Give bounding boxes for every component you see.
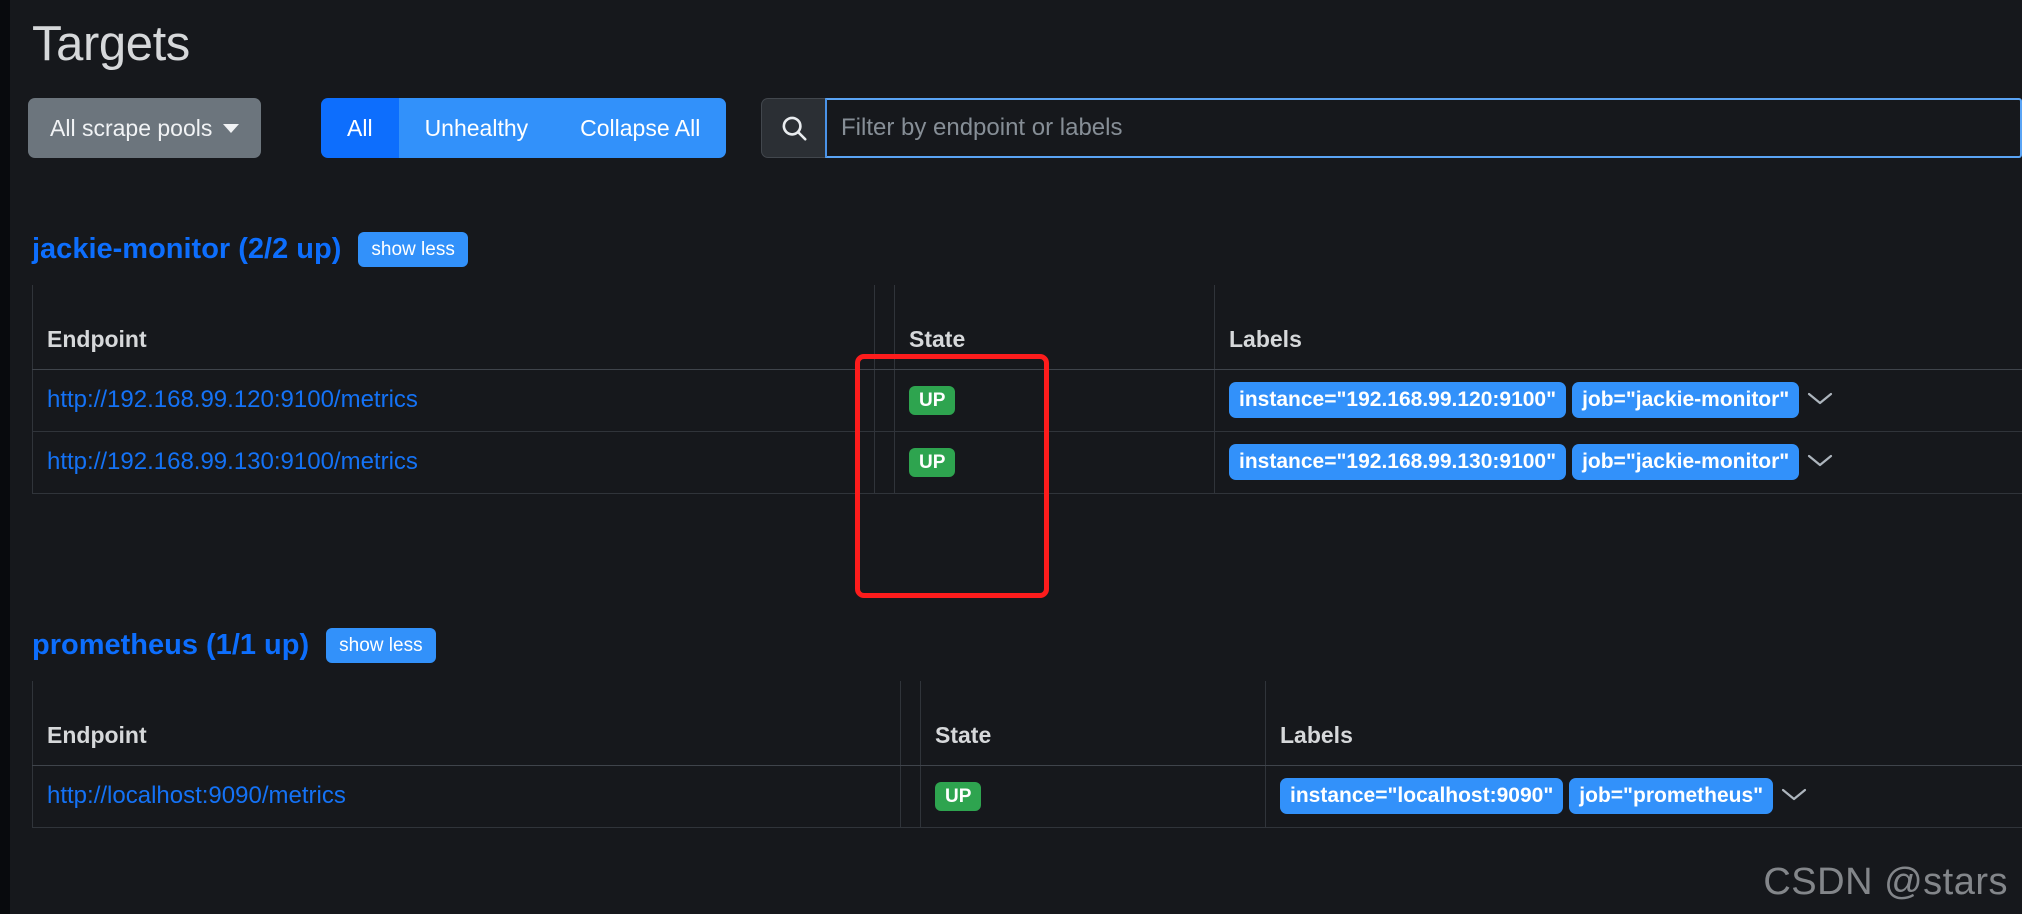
column-header-state: State (920, 681, 1266, 766)
column-header-state: State (894, 285, 1215, 370)
chevron-down-icon[interactable] (1805, 448, 1835, 475)
spacer-cell (900, 764, 921, 828)
label-badge-instance[interactable]: instance="localhost:9090" (1280, 777, 1564, 815)
table-header-row: Endpoint State Labels (32, 285, 2022, 370)
endpoint-link[interactable]: http://192.168.99.130:9100/metrics (47, 448, 418, 475)
targets-page: Targets All scrape pools All Unhealthy C… (10, 0, 2022, 914)
job-header-prometheus: prometheus (1/1 up) show less (32, 628, 436, 663)
show-less-button[interactable]: show less (326, 628, 436, 663)
chevron-down-icon[interactable] (1779, 782, 1809, 809)
spacer-cell (874, 368, 895, 432)
label-badge-job[interactable]: job="jackie-monitor" (1572, 443, 1800, 481)
label-badge-instance[interactable]: instance="192.168.99.130:9100" (1229, 443, 1567, 481)
column-header-endpoint: Endpoint (32, 285, 875, 370)
endpoint-cell: http://192.168.99.130:9100/metrics (32, 430, 875, 494)
label-badge-instance[interactable]: instance="192.168.99.120:9100" (1229, 381, 1567, 419)
labels-cell: instance="192.168.99.120:9100" job="jacki… (1214, 368, 2022, 432)
labels-cell: instance="192.168.99.130:9100" job="jacki… (1214, 430, 2022, 494)
targets-table-jackie-monitor: Endpoint State Labels http://192.168.99.… (32, 285, 2022, 494)
column-header-spacer (874, 285, 895, 370)
toolbar: All scrape pools All Unhealthy Collapse … (28, 98, 2022, 160)
chevron-down-icon (223, 123, 240, 133)
collapse-all-button[interactable]: Collapse All (554, 98, 727, 158)
spacer-cell (874, 430, 895, 494)
filter-unhealthy-button[interactable]: Unhealthy (398, 98, 555, 158)
labels-cell: instance="localhost:9090" job="prometheus… (1265, 764, 2022, 828)
targets-table-prometheus: Endpoint State Labels http://localhost:9… (32, 681, 2022, 828)
search-input[interactable] (825, 98, 2022, 158)
table-header-row: Endpoint State Labels (32, 681, 2022, 766)
status-badge: UP (935, 782, 982, 811)
scrape-pool-dropdown[interactable]: All scrape pools (28, 98, 262, 158)
table-row: http://192.168.99.120:9100/metrics UP in… (32, 368, 2022, 432)
state-cell: UP (894, 430, 1215, 494)
endpoint-link[interactable]: http://192.168.99.120:9100/metrics (47, 386, 418, 413)
table-row: http://localhost:9090/metrics UP instanc… (32, 764, 2022, 828)
endpoint-cell: http://192.168.99.120:9100/metrics (32, 368, 875, 432)
chevron-down-icon[interactable] (1805, 386, 1835, 413)
search-bar (761, 98, 2022, 158)
label-badge-job[interactable]: job="prometheus" (1569, 777, 1774, 815)
job-title[interactable]: jackie-monitor (2/2 up) (32, 235, 341, 264)
page-title: Targets (32, 17, 190, 71)
scrape-pool-dropdown-label: All scrape pools (50, 114, 213, 141)
column-header-labels: Labels (1265, 681, 2022, 766)
table-row: http://192.168.99.130:9100/metrics UP in… (32, 430, 2022, 494)
status-badge: UP (909, 448, 956, 477)
filter-all-button[interactable]: All (321, 98, 399, 158)
status-badge: UP (909, 386, 956, 415)
show-less-button[interactable]: show less (358, 232, 468, 267)
endpoint-link[interactable]: http://localhost:9090/metrics (47, 782, 346, 809)
column-header-spacer (900, 681, 921, 766)
state-cell: UP (920, 764, 1266, 828)
state-cell: UP (894, 368, 1215, 432)
watermark: CSDN @stars (1763, 861, 2008, 903)
job-header-jackie-monitor: jackie-monitor (2/2 up) show less (32, 232, 468, 267)
endpoint-cell: http://localhost:9090/metrics (32, 764, 901, 828)
column-header-labels: Labels (1214, 285, 2022, 370)
job-title[interactable]: prometheus (1/1 up) (32, 631, 309, 660)
search-icon[interactable] (761, 98, 825, 158)
filter-button-group: All Unhealthy Collapse All (321, 98, 727, 158)
label-badge-job[interactable]: job="jackie-monitor" (1572, 381, 1800, 419)
column-header-endpoint: Endpoint (32, 681, 901, 766)
left-gutter (0, 0, 10, 914)
